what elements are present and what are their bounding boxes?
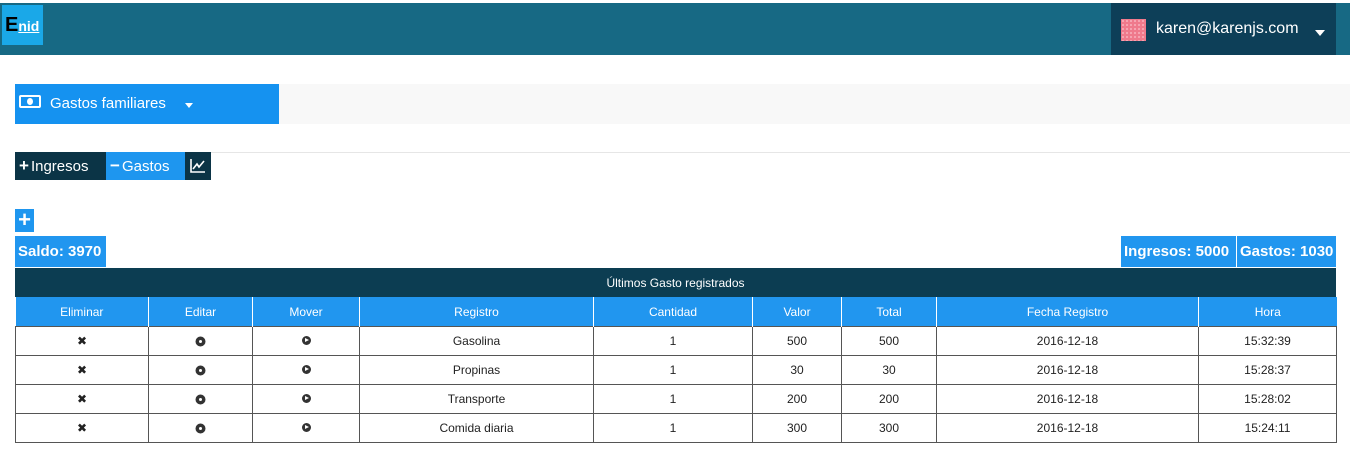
- expenses-table: Eliminar Editar Mover Registro Cantidad …: [15, 297, 1337, 443]
- cell-valor: 300: [752, 413, 842, 443]
- cell-hora: 15:32:39: [1198, 326, 1337, 356]
- ingresos-badge: Ingresos: 5000: [1121, 236, 1236, 267]
- table-row: ✖ Gasolina 1 500 500 2016-12-18 15:32:39: [15, 326, 1337, 356]
- minus-icon: −: [110, 156, 120, 175]
- table-header-row: Eliminar Editar Mover Registro Cantidad …: [15, 297, 1337, 327]
- cell-fecha: 2016-12-18: [936, 355, 1199, 385]
- arrow-circle-right-icon[interactable]: [301, 423, 311, 432]
- cell-fecha: 2016-12-18: [936, 413, 1199, 443]
- column-header: Valor: [752, 297, 842, 327]
- cell-valor: 500: [752, 326, 842, 356]
- cell-cantidad: 1: [593, 355, 753, 385]
- table-row: ✖ Propinas 1 30 30 2016-12-18 15:28:37: [15, 355, 1337, 385]
- user-email: karen@karenjs.com: [1156, 20, 1299, 37]
- divider: [15, 152, 1350, 153]
- arrow-circle-right-icon[interactable]: [301, 394, 311, 403]
- arrow-circle-right-icon[interactable]: [301, 336, 311, 345]
- delete-icon[interactable]: ✖: [77, 421, 87, 435]
- tab-ingresos[interactable]: + Ingresos: [15, 152, 106, 180]
- column-header: Fecha Registro: [936, 297, 1199, 327]
- column-header: Cantidad: [593, 297, 753, 327]
- logo-text: nid: [18, 18, 40, 34]
- table-row: ✖ Transporte 1 200 200 2016-12-18 15:28:…: [15, 384, 1337, 414]
- column-header: Editar: [148, 297, 253, 327]
- tab-chart[interactable]: [185, 152, 211, 180]
- gastos-badge: Gastos: 1030: [1237, 236, 1336, 267]
- tab-gastos[interactable]: − Gastos: [106, 152, 185, 180]
- gear-icon[interactable]: [197, 367, 204, 374]
- cell-registro: Comida diaria: [359, 413, 594, 443]
- gear-icon[interactable]: [197, 338, 204, 345]
- money-icon: [19, 95, 41, 108]
- plus-icon: +: [19, 156, 29, 175]
- avatar: [1121, 19, 1146, 41]
- cell-cantidad: 1: [593, 384, 753, 414]
- cell-cantidad: 1: [593, 326, 753, 356]
- column-header: Mover: [252, 297, 360, 327]
- book-label: Gastos familiares: [50, 95, 166, 112]
- cell-valor: 30: [752, 355, 842, 385]
- saldo-badge: Saldo: 3970: [15, 236, 106, 267]
- expenses-table-panel: Últimos Gasto registrados Eliminar Edita…: [15, 268, 1337, 443]
- gear-icon[interactable]: [197, 396, 204, 403]
- delete-icon[interactable]: ✖: [77, 363, 87, 377]
- column-header: Eliminar: [15, 297, 149, 327]
- logo-letter: E: [5, 14, 19, 36]
- chart-line-icon: [190, 159, 205, 173]
- enid-logo[interactable]: Enid: [2, 5, 43, 45]
- user-menu[interactable]: karen@karenjs.com: [1111, 3, 1336, 55]
- cell-total: 30: [841, 355, 937, 385]
- cell-hora: 15:24:11: [1198, 413, 1337, 443]
- cell-valor: 200: [752, 384, 842, 414]
- tab-label: Ingresos: [30, 158, 89, 175]
- tab-label: Gastos: [121, 158, 170, 175]
- gear-icon[interactable]: [197, 425, 204, 432]
- cell-total: 300: [841, 413, 937, 443]
- column-header: Hora: [1198, 297, 1337, 327]
- table-caption: Últimos Gasto registrados: [15, 268, 1336, 297]
- top-navbar: Enid karen@karenjs.com: [0, 3, 1350, 55]
- cell-registro: Transporte: [359, 384, 594, 414]
- cell-fecha: 2016-12-18: [936, 384, 1199, 414]
- column-header: Registro: [359, 297, 594, 327]
- delete-icon[interactable]: ✖: [77, 392, 87, 406]
- column-header: Total: [841, 297, 937, 327]
- add-button[interactable]: +: [15, 209, 34, 232]
- cell-registro: Gasolina: [359, 326, 594, 356]
- chevron-down-icon: [1315, 30, 1325, 36]
- book-dropdown-button[interactable]: Gastos familiares: [15, 84, 279, 124]
- cell-registro: Propinas: [359, 355, 594, 385]
- cell-total: 200: [841, 384, 937, 414]
- cell-fecha: 2016-12-18: [936, 326, 1199, 356]
- book-selector-bar: Gastos familiares: [15, 84, 1350, 124]
- chevron-down-icon: [185, 103, 193, 108]
- arrow-circle-right-icon[interactable]: [301, 365, 311, 374]
- delete-icon[interactable]: ✖: [77, 334, 87, 348]
- cell-total: 500: [841, 326, 937, 356]
- cell-hora: 15:28:37: [1198, 355, 1337, 385]
- cell-hora: 15:28:02: [1198, 384, 1337, 414]
- table-row: ✖ Comida diaria 1 300 300 2016-12-18 15:…: [15, 413, 1337, 443]
- cell-cantidad: 1: [593, 413, 753, 443]
